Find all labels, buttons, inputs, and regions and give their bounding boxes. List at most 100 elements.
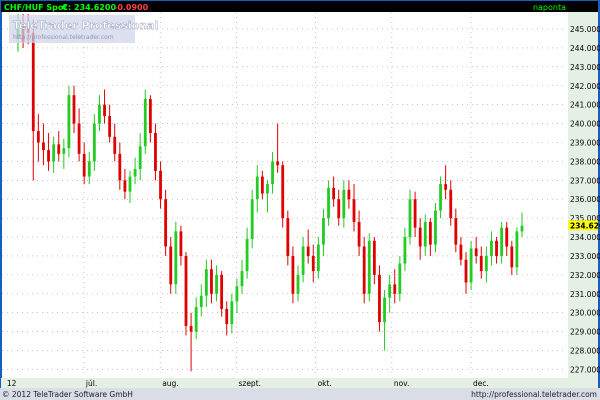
candle-body bbox=[479, 255, 483, 272]
candle-body bbox=[103, 104, 106, 117]
candle-body bbox=[291, 255, 295, 294]
candle-body bbox=[113, 136, 117, 154]
candle bbox=[164, 189, 168, 256]
candle-body bbox=[52, 144, 56, 162]
candle-body bbox=[403, 237, 407, 264]
header-symbol: CHF/HUF Spot bbox=[4, 3, 67, 12]
candle-body bbox=[215, 274, 218, 294]
candle-body bbox=[469, 248, 473, 283]
candle-body bbox=[174, 231, 178, 285]
y-tick-label: 232.0000 bbox=[570, 271, 600, 280]
y-tick-label: 228.0000 bbox=[570, 347, 600, 356]
candle-body bbox=[159, 170, 162, 200]
candle-body bbox=[398, 263, 402, 294]
candle-body bbox=[464, 259, 468, 283]
x-tick-label: szept. bbox=[238, 379, 261, 388]
candle-body bbox=[199, 295, 203, 308]
y-tick-label: 245.0000 bbox=[570, 25, 600, 34]
candle-body bbox=[235, 286, 239, 302]
candle-body bbox=[164, 199, 168, 247]
candle-body bbox=[347, 189, 351, 200]
x-tick-label: nov. bbox=[394, 379, 410, 388]
y-tick-label: 242.0000 bbox=[570, 82, 600, 91]
candle-body bbox=[418, 227, 422, 247]
candle-body bbox=[449, 189, 453, 219]
candle-body bbox=[510, 246, 514, 268]
window-background bbox=[0, 0, 600, 400]
footer-url[interactable]: http://professional.teletrader.com bbox=[471, 390, 597, 399]
candle-body bbox=[250, 199, 254, 239]
candle-body bbox=[169, 246, 173, 285]
header-last-label: C: bbox=[62, 3, 71, 12]
y-tick-label: 238.0000 bbox=[570, 157, 600, 166]
x-tick-label: okt. bbox=[318, 379, 332, 388]
candle bbox=[362, 237, 366, 304]
candle-body bbox=[138, 146, 142, 169]
candle-body bbox=[495, 240, 498, 256]
candle-body bbox=[342, 189, 346, 219]
candle-body bbox=[123, 180, 127, 192]
y-tick-label: 240.0000 bbox=[570, 120, 600, 129]
candle-body bbox=[118, 153, 122, 181]
candle-body bbox=[301, 246, 305, 275]
candle-body bbox=[266, 184, 269, 194]
candle-body bbox=[286, 218, 290, 256]
y-tick-label: 239.0000 bbox=[570, 138, 600, 147]
candle-body bbox=[87, 161, 91, 177]
y-tick-label: 231.0000 bbox=[570, 290, 600, 299]
candle-body bbox=[230, 301, 234, 325]
candle-body bbox=[428, 221, 432, 245]
candle-body bbox=[184, 255, 188, 326]
candle-body bbox=[72, 95, 76, 124]
header-last-value: 234.6200 bbox=[74, 3, 116, 12]
candle-body bbox=[47, 150, 50, 162]
y-tick-label: 230.0000 bbox=[570, 309, 600, 318]
candle bbox=[143, 89, 147, 154]
candle-body bbox=[108, 116, 112, 137]
candle-body bbox=[220, 274, 224, 309]
candle-body bbox=[515, 231, 519, 268]
candle-body bbox=[210, 269, 213, 294]
candle-body bbox=[92, 123, 96, 162]
candle-body bbox=[240, 271, 244, 287]
candle-body bbox=[362, 246, 366, 294]
candle-body bbox=[439, 184, 442, 211]
candle-body bbox=[255, 176, 259, 200]
y-tick-label: 244.0000 bbox=[570, 44, 600, 53]
candle-body bbox=[204, 269, 208, 296]
x-tick-label: júl. bbox=[85, 379, 97, 388]
y-tick-label: 237.0000 bbox=[570, 176, 600, 185]
candle-body bbox=[367, 240, 371, 294]
y-tick-label: 236.0000 bbox=[570, 195, 600, 204]
candle-body bbox=[327, 187, 330, 219]
candle bbox=[174, 221, 178, 294]
candle-body bbox=[67, 95, 71, 149]
candle-body bbox=[276, 161, 280, 166]
candle-body bbox=[408, 199, 412, 238]
candle-body bbox=[383, 297, 386, 323]
candle-body bbox=[189, 325, 193, 332]
header-change: -0.0900 bbox=[114, 3, 149, 12]
candle-body bbox=[393, 284, 397, 294]
candle-body bbox=[322, 218, 325, 245]
candle-body bbox=[128, 176, 132, 192]
candle-body bbox=[413, 199, 417, 228]
candle-body bbox=[154, 133, 157, 171]
candle-body bbox=[194, 307, 198, 332]
candle-body bbox=[500, 227, 504, 256]
candle-body bbox=[490, 240, 493, 256]
header-interval: naponta bbox=[533, 3, 566, 12]
candle-body bbox=[62, 148, 66, 154]
candle bbox=[378, 265, 381, 332]
y-tick-label: 229.0000 bbox=[570, 328, 600, 337]
candle-body bbox=[245, 238, 249, 272]
candle-body bbox=[311, 255, 315, 272]
candle-body bbox=[82, 153, 86, 177]
candle-body bbox=[31, 32, 35, 132]
candle-body bbox=[352, 199, 356, 222]
candle-body bbox=[454, 218, 458, 245]
candle-body bbox=[459, 244, 463, 260]
candle-body bbox=[388, 284, 392, 298]
y-tick-label: 243.0000 bbox=[570, 63, 600, 72]
watermark-url: http://professional.teletrader.com bbox=[13, 34, 114, 41]
